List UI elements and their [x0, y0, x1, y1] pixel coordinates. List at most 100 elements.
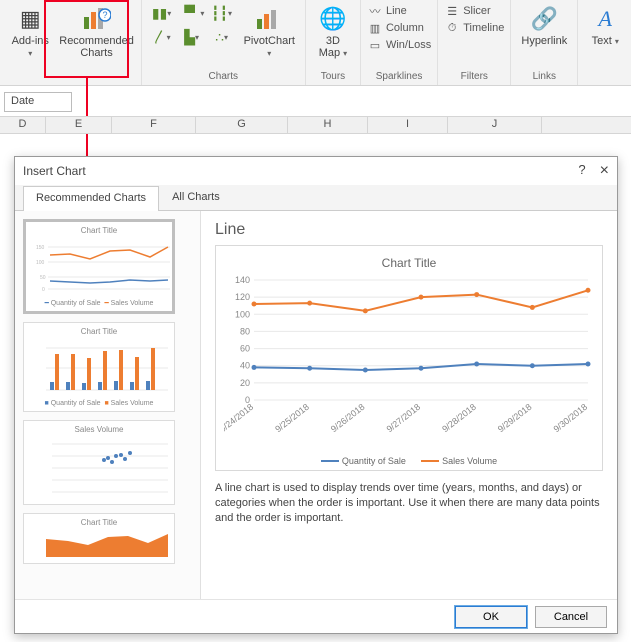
help-button[interactable]: ? [578, 162, 585, 180]
tab-all-charts[interactable]: All Charts [159, 185, 233, 210]
ribbon-group-filters: ☰Slicer ⏱Timeline Filters [438, 0, 511, 85]
ribbon-group-sparklines: 〰Line ▥Column ▭Win/Loss Sparklines [361, 0, 438, 85]
svg-text:0: 0 [42, 287, 45, 293]
dialog-title: Insert Chart [23, 164, 86, 178]
close-button[interactable]: × [600, 162, 609, 180]
stock-chart-icon[interactable]: ┇┇▾ [208, 2, 236, 24]
sparkline-column-icon: ▥ [367, 21, 383, 35]
recommended-charts-button[interactable]: ? Recommended Charts [59, 2, 135, 62]
addins-button[interactable]: ▦ Add-ins ▾ [6, 2, 55, 62]
svg-text:40: 40 [240, 361, 250, 371]
column-header[interactable]: J [448, 117, 542, 133]
cancel-button[interactable]: Cancel [535, 606, 607, 628]
addins-icon: ▦ [15, 5, 45, 33]
ribbon-group-label: Tours [321, 71, 345, 84]
svg-text:9/26/2018: 9/26/2018 [329, 402, 367, 435]
sparkline-line-button[interactable]: 〰Line [367, 4, 431, 18]
column-header[interactable]: E [46, 117, 112, 133]
svg-text:9/24/2018: 9/24/2018 [224, 402, 255, 435]
chart-canvas: 0204060801001201409/24/20189/25/20189/26… [224, 276, 594, 444]
svg-text:100: 100 [235, 309, 250, 319]
addins-label: Add-ins [12, 35, 49, 47]
svg-text:20: 20 [240, 378, 250, 388]
sparkline-winloss-button[interactable]: ▭Win/Loss [367, 38, 431, 52]
chevron-down-icon: ▾ [267, 49, 271, 58]
thumb-area-chart[interactable]: Chart Title [23, 513, 175, 564]
svg-text:50: 50 [40, 275, 46, 281]
chevron-down-icon: ▾ [28, 49, 32, 58]
svg-text:9/27/2018: 9/27/2018 [385, 402, 423, 435]
thumb-preview [28, 338, 170, 398]
svg-text:140: 140 [235, 276, 250, 285]
slicer-button[interactable]: ☰Slicer [444, 4, 504, 18]
sparkline-winloss-icon: ▭ [367, 38, 383, 52]
3d-map-button[interactable]: 🌐 3D Map ▾ [312, 2, 354, 62]
pivotchart-icon [254, 5, 284, 33]
ok-button[interactable]: OK [455, 606, 527, 628]
legend-item-a: Quantity of Sale [321, 456, 406, 466]
svg-text:100: 100 [36, 260, 45, 266]
column-header[interactable]: G [196, 117, 288, 133]
worksheet-area: Date DEFGHIJ [0, 92, 631, 134]
thumb-preview [28, 436, 170, 500]
column-header[interactable]: F [112, 117, 196, 133]
svg-text:9/29/2018: 9/29/2018 [496, 402, 534, 435]
thumb-clustered-column[interactable]: Chart Title ■ Quantity of Sale ■ Sales V… [23, 322, 175, 412]
column-chart-icon[interactable]: ▝▘▾ [178, 2, 206, 24]
timeline-button[interactable]: ⏱Timeline [444, 21, 504, 35]
insert-chart-dialog: Insert Chart ? × Recommended Charts All … [14, 156, 618, 634]
column-headers: DEFGHIJ [0, 116, 631, 134]
ribbon-group-label: Sparklines [376, 71, 423, 84]
recommended-charts-icon: ? [82, 5, 112, 33]
ribbon-group-addins: ▦ Add-ins ▾ ? Recommended Charts [0, 0, 142, 85]
thumb-line-chart[interactable]: Chart Title 150100500 ━ Quantity of Sale… [23, 219, 175, 314]
name-box[interactable]: Date [4, 92, 72, 112]
bar-chart-icon[interactable]: ▮▮▾ [148, 2, 176, 24]
sparkline-column-button[interactable]: ▥Column [367, 21, 431, 35]
ribbon-group-charts: ▮▮▾ ▝▘▾ ┇┇▾ 〳▾ ▙▾ ∴▾ PivotChart ▾ Charts [142, 0, 306, 85]
chevron-down-icon: ▾ [343, 49, 347, 58]
dialog-footer: OK Cancel [15, 599, 617, 634]
3d-map-label: 3D Map [319, 35, 340, 59]
svg-text:9/28/2018: 9/28/2018 [440, 402, 478, 435]
ribbon-group-tours: 🌐 3D Map ▾ Tours [306, 0, 361, 85]
chart-types-grid[interactable]: ▮▮▾ ▝▘▾ ┇┇▾ 〳▾ ▙▾ ∴▾ [148, 2, 236, 48]
svg-text:9/30/2018: 9/30/2018 [552, 402, 590, 435]
chart-preview[interactable]: Chart Title 0204060801001201409/24/20189… [215, 245, 603, 471]
column-header[interactable]: D [0, 117, 46, 133]
ribbon-group-label: Filters [461, 71, 488, 84]
dialog-titlebar: Insert Chart ? × [15, 157, 617, 185]
sparkline-line-icon: 〰 [367, 4, 383, 18]
svg-text:?: ? [102, 10, 107, 20]
svg-text:80: 80 [240, 326, 250, 336]
ribbon-group-links: 🔗 Hyperlink Links [511, 0, 578, 85]
chart-recommendation-list[interactable]: Chart Title 150100500 ━ Quantity of Sale… [15, 211, 201, 599]
chart-title: Chart Title [224, 256, 594, 270]
text-label: Text [592, 35, 612, 47]
text-button[interactable]: A Text ▾ [584, 2, 626, 50]
column-header[interactable]: H [288, 117, 368, 133]
timeline-icon: ⏱ [444, 21, 460, 35]
thumb-preview [28, 529, 170, 559]
scatter-chart-icon[interactable]: ∴▾ [208, 26, 236, 48]
svg-text:9/25/2018: 9/25/2018 [273, 402, 311, 435]
text-icon: A [590, 5, 620, 33]
ribbon-group-text: A Text ▾ [578, 0, 631, 85]
tab-recommended-charts[interactable]: Recommended Charts [23, 186, 159, 211]
pivotchart-button[interactable]: PivotChart ▾ [240, 2, 299, 62]
globe-icon: 🌐 [318, 5, 348, 33]
dialog-tabs: Recommended Charts All Charts [15, 185, 617, 211]
chevron-down-icon: ▾ [615, 37, 619, 46]
svg-text:60: 60 [240, 344, 250, 354]
thumb-scatter-chart[interactable]: Sales Volume [23, 420, 175, 505]
svg-text:120: 120 [235, 292, 250, 302]
hyperlink-icon: 🔗 [529, 5, 559, 33]
thumb-preview: 150 100 50 0 [30, 237, 172, 297]
ribbon-group-label: Links [533, 71, 556, 84]
svg-text:150: 150 [36, 245, 45, 251]
line-chart-icon[interactable]: 〳▾ [148, 26, 176, 48]
area-chart-icon[interactable]: ▙▾ [178, 26, 206, 48]
column-header[interactable]: I [368, 117, 448, 133]
hyperlink-button[interactable]: 🔗 Hyperlink [517, 2, 571, 50]
ribbon: ▦ Add-ins ▾ ? Recommended Charts ▮▮▾ ▝▘▾… [0, 0, 631, 86]
